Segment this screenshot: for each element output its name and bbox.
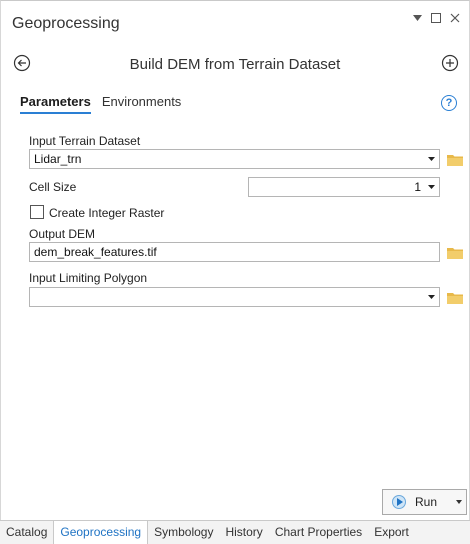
chevron-down-icon	[426, 288, 436, 306]
chevron-down-icon	[426, 150, 436, 168]
run-label: Run	[415, 495, 438, 509]
browse-folder-icon[interactable]	[447, 153, 463, 166]
create-integer-label: Create Integer Raster	[49, 206, 165, 220]
browse-folder-icon[interactable]	[447, 246, 463, 259]
output-dem-value: dem_break_features.tif	[34, 245, 157, 259]
cell-size-dropdown[interactable]: 1	[248, 177, 440, 197]
input-terrain-label: Input Terrain Dataset	[29, 134, 141, 148]
run-options-dropdown[interactable]	[451, 490, 466, 514]
add-button[interactable]	[441, 54, 459, 72]
pane-titlebar: Geoprocessing	[1, 1, 469, 41]
input-terrain-value: Lidar_trn	[34, 152, 82, 166]
pane-options-dropdown-icon[interactable]	[411, 12, 423, 24]
tool-tabs: Parameters Environments	[20, 94, 181, 114]
input-terrain-dropdown[interactable]: Lidar_trn	[29, 149, 440, 169]
output-dem-field[interactable]: dem_break_features.tif	[29, 242, 440, 262]
tool-header: Build DEM from Terrain Dataset	[1, 47, 469, 77]
limiting-polygon-dropdown[interactable]	[29, 287, 440, 307]
help-icon[interactable]: ?	[441, 95, 457, 111]
dock-tab-history[interactable]: History	[219, 521, 268, 544]
window-controls	[411, 12, 461, 24]
tab-parameters[interactable]: Parameters	[20, 94, 91, 114]
browse-folder-icon[interactable]	[447, 291, 463, 304]
cell-size-label: Cell Size	[29, 180, 77, 194]
create-integer-checkbox[interactable]	[30, 205, 44, 219]
chevron-down-icon	[426, 178, 436, 196]
play-icon	[392, 495, 406, 509]
limiting-polygon-label: Input Limiting Polygon	[29, 271, 148, 285]
cell-size-value: 1	[414, 180, 421, 194]
pane-title: Geoprocessing	[12, 15, 120, 32]
dock-tab-catalog[interactable]: Catalog	[0, 521, 53, 544]
output-dem-label: Output DEM	[29, 227, 96, 241]
dock-tab-chart-properties[interactable]: Chart Properties	[269, 521, 368, 544]
dock-tab-strip: Catalog Geoprocessing Symbology History …	[0, 520, 470, 544]
maximize-icon[interactable]	[430, 12, 442, 24]
dock-tab-export[interactable]: Export	[368, 521, 415, 544]
tab-environments[interactable]: Environments	[102, 94, 181, 109]
geoprocessing-pane: Geoprocessing Build DEM from Terrain Dat…	[0, 0, 470, 544]
dock-tab-geoprocessing[interactable]: Geoprocessing	[53, 521, 149, 544]
dock-tab-symbology[interactable]: Symbology	[148, 521, 219, 544]
close-icon[interactable]	[449, 12, 461, 24]
chevron-down-icon	[455, 500, 462, 504]
tool-title: Build DEM from Terrain Dataset	[129, 56, 341, 73]
plus-circle-icon	[441, 54, 459, 72]
run-button[interactable]: Run	[382, 489, 467, 515]
